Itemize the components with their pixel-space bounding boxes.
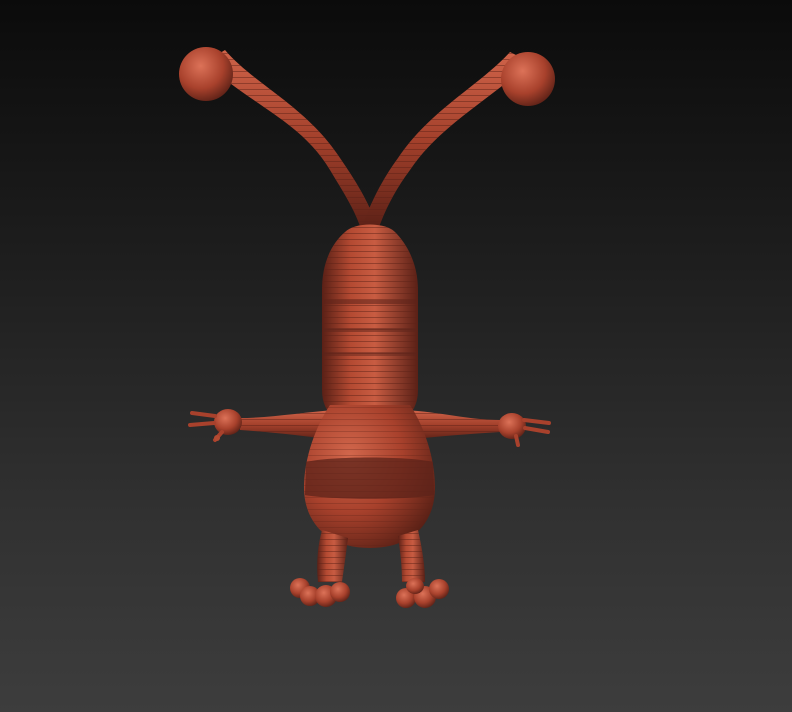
right-hand (498, 413, 526, 439)
left-leg (290, 530, 350, 607)
right-foot (396, 578, 449, 608)
left-arm (188, 409, 335, 442)
right-leg (396, 530, 449, 608)
creature-torso (303, 405, 436, 548)
left-antenna (179, 47, 378, 232)
right-antenna-tip (501, 52, 555, 106)
torso-dark-band (305, 457, 434, 499)
right-antenna (362, 52, 555, 230)
sculpted-creature-model[interactable] (0, 0, 792, 712)
creature-head (322, 224, 418, 428)
left-foot (290, 578, 350, 607)
3d-viewport[interactable] (0, 0, 792, 712)
left-hand (214, 409, 242, 435)
left-antenna-tip (179, 47, 233, 101)
